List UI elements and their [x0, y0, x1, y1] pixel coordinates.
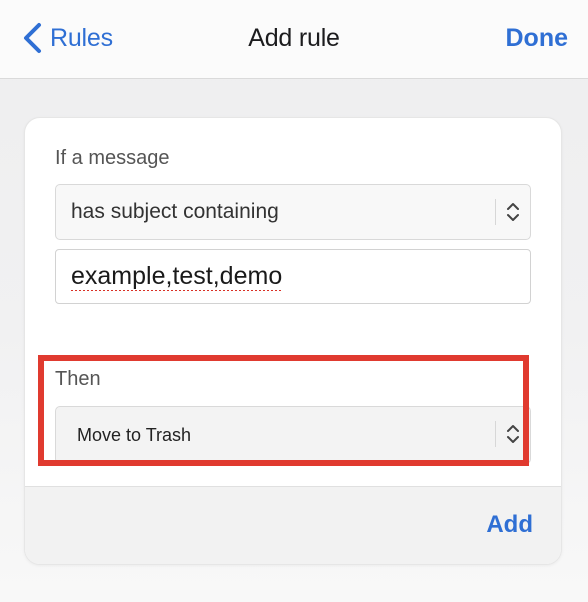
condition-select-value: has subject containing — [71, 200, 279, 223]
card-footer: Add — [25, 486, 561, 564]
action-select-value: Move to Trash — [77, 424, 192, 445]
chevron-up-down-icon — [507, 203, 519, 221]
rule-card: If a message has subject containing Then… — [24, 117, 562, 565]
done-button[interactable]: Done — [506, 20, 569, 56]
select-divider — [495, 421, 496, 447]
action-select[interactable]: Move to Trash — [55, 406, 531, 464]
navigation-bar: Rules Add rule Done — [0, 0, 588, 79]
condition-select[interactable]: has subject containing — [55, 184, 531, 240]
chevron-up-down-icon — [507, 425, 519, 443]
condition-label: If a message — [55, 147, 170, 169]
page-title: Add rule — [248, 24, 340, 52]
select-divider — [495, 199, 496, 225]
subject-keywords-input[interactable] — [55, 249, 531, 304]
action-label: Then — [55, 368, 101, 390]
add-button[interactable]: Add — [486, 511, 533, 539]
